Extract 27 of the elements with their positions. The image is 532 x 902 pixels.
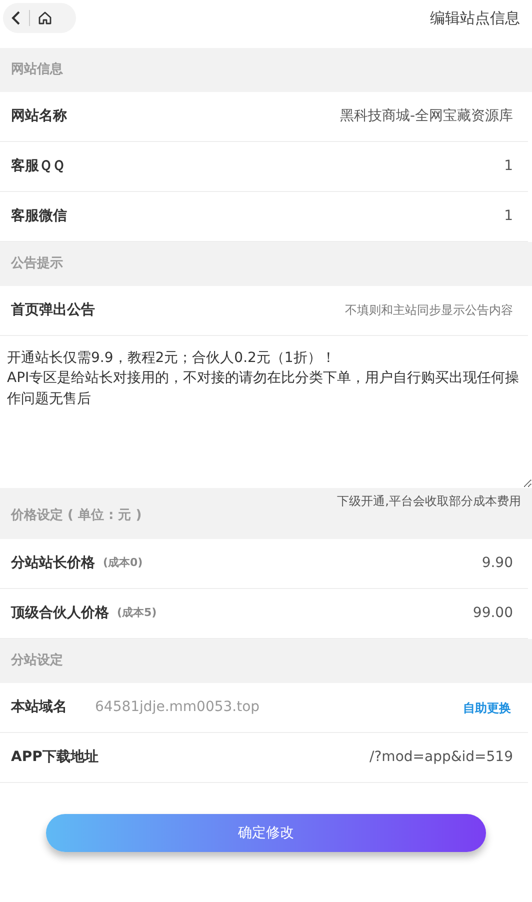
section-title: 公告提示	[11, 254, 63, 274]
input-field[interactable]: 9.90	[158, 552, 515, 575]
input-field[interactable]: /?mod=app&id=519	[114, 746, 515, 769]
section-title: 网站信息	[11, 61, 63, 80]
back-icon	[11, 10, 21, 26]
field-label: 分站站长价格	[11, 554, 95, 573]
field-label: 顶级合伙人价格	[11, 604, 109, 623]
field-label: APP下载地址	[11, 748, 98, 767]
domain-text: 64581jdje.mm0053.top	[95, 698, 260, 717]
input-field[interactable]: 不填则和主站同步显示公告内容	[111, 299, 515, 322]
section-title: 分站设定	[11, 652, 63, 670]
section-note: 下级开通,平台会收取部分成本费用	[337, 493, 521, 510]
field-label: 首页弹出公告	[11, 301, 95, 320]
field-label: 本站域名	[11, 698, 67, 717]
home-icon	[38, 11, 52, 25]
submit-button[interactable]: 确定修改	[46, 814, 486, 852]
cost-label: (成本5)	[117, 605, 157, 622]
input-field[interactable]: 1	[83, 205, 515, 228]
section-title: 价格设定 ( 单位 : 元 )	[11, 506, 142, 525]
field-label: 客服微信	[11, 206, 67, 226]
field-label: 网站名称	[11, 107, 67, 126]
field-label: 客服ＱＱ	[11, 156, 65, 176]
cost-label: (成本0)	[103, 555, 143, 572]
page-title: 编辑站点信息	[430, 8, 520, 29]
input-field[interactable]: 1	[81, 155, 515, 178]
input-field[interactable]: 黑科技商城-全网宝藏资源库	[83, 105, 515, 128]
input-field[interactable]: 99.00	[172, 602, 515, 625]
